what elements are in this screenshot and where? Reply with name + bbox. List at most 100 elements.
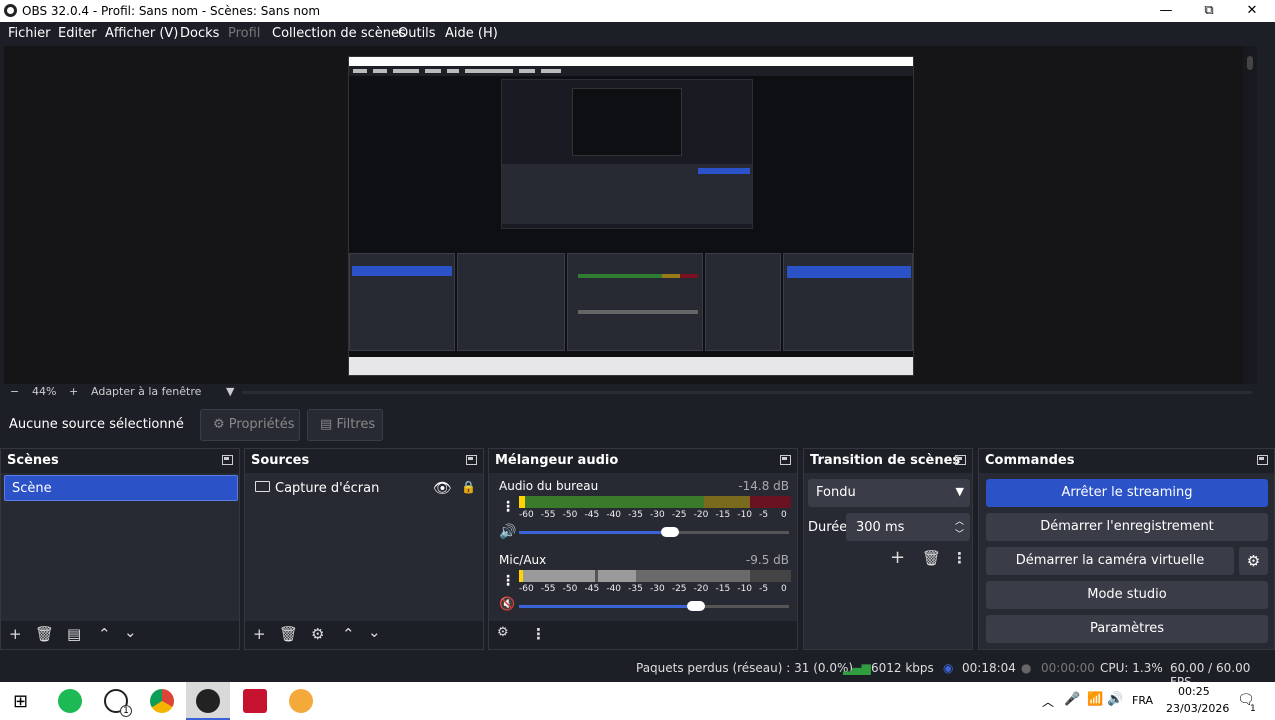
transition-select[interactable]: Fondu ▼: [808, 479, 970, 507]
spin-down-icon[interactable]: ﹀: [955, 527, 964, 540]
virtual-camera-gear-icon[interactable]: ⚙: [1239, 547, 1268, 575]
popout-icon[interactable]: [222, 455, 233, 465]
microphone-icon[interactable]: 🎤: [1064, 692, 1080, 707]
preview-area[interactable]: [4, 46, 1257, 384]
volume-knob[interactable]: [687, 601, 705, 611]
popout-icon[interactable]: [466, 455, 477, 465]
app-icon[interactable]: [289, 689, 313, 713]
preview-scrollbar[interactable]: [1243, 46, 1257, 384]
menu-collection[interactable]: Collection de scènes: [272, 26, 406, 41]
menu-profil[interactable]: Profil: [228, 26, 260, 41]
meter-tick-label: -10: [737, 510, 753, 520]
speaker-icon[interactable]: 🔊: [499, 524, 516, 540]
mixer-settings-icon[interactable]: ⚙: [497, 625, 509, 640]
meter-tick-label: -30: [650, 584, 665, 594]
windows-taskbar: ⊞ 1 ︿ 🎤 📶 🔊 FRA 00:25 23/03/2026 🗨 1: [0, 682, 1275, 720]
gear-icon[interactable]: ⚙: [311, 625, 324, 643]
eye-icon[interactable]: 👁: [433, 479, 452, 497]
record-icon: ●: [1021, 661, 1032, 675]
source-item[interactable]: Capture d'écran 👁 🔒: [255, 479, 481, 501]
menu-aide[interactable]: Aide (H): [445, 26, 498, 41]
kebab-menu-icon[interactable]: ⋮: [501, 499, 515, 515]
obs-taskbar-item[interactable]: [186, 682, 230, 720]
clock-date[interactable]: 23/03/2026: [1166, 702, 1229, 715]
properties-button[interactable]: ⚙ Propriétés: [200, 409, 300, 441]
menu-fichier[interactable]: Fichier: [8, 26, 51, 41]
whatsapp-icon[interactable]: 1: [104, 689, 132, 717]
menu-docks[interactable]: Docks: [180, 26, 219, 41]
move-down-icon[interactable]: ⌄: [368, 623, 381, 641]
mixer-header: Mélangeur audio: [495, 453, 619, 468]
horizontal-scrollbar[interactable]: [242, 391, 1252, 394]
windows-start-icon[interactable]: ⊞: [13, 691, 28, 712]
status-bar: Paquets perdus (réseau) : 31 (0.0%) ▂▄▆ …: [0, 654, 1275, 689]
scene-filters-icon[interactable]: ▤: [67, 625, 81, 643]
menu-editer[interactable]: Editer: [58, 26, 97, 41]
gear-icon: ⚙: [213, 417, 225, 432]
meter-tick-label: 0: [781, 510, 787, 520]
virtual-camera-button[interactable]: Démarrer la caméra virtuelle: [986, 547, 1234, 575]
lock-icon[interactable]: 🔒: [461, 480, 476, 494]
zoom-out-button[interactable]: −: [10, 385, 19, 398]
meter-tick-label: -50: [562, 584, 578, 594]
add-transition-button[interactable]: +: [890, 547, 905, 568]
title-bar: OBS 32.0.4 - Profil: Sans nom - Scènes: …: [0, 0, 1275, 22]
scenes-header: Scènes: [7, 453, 59, 468]
minimize-button[interactable]: —: [1148, 1, 1184, 21]
trash-icon[interactable]: 🗑: [35, 625, 54, 643]
preview-canvas[interactable]: [348, 56, 914, 376]
start-recording-button[interactable]: Démarrer l'enregistrement: [986, 513, 1268, 541]
maximize-button[interactable]: ⧉: [1191, 1, 1227, 21]
move-up-icon[interactable]: ⌃: [98, 625, 111, 643]
meter-tick-label: -20: [693, 510, 709, 520]
kebab-menu-icon[interactable]: ⋮: [531, 625, 546, 643]
chevron-up-icon[interactable]: ︿: [1042, 693, 1054, 710]
trash-icon[interactable]: 🗑: [922, 549, 941, 567]
channel-db: -9.5 dB: [745, 553, 789, 567]
volume-slider[interactable]: [519, 531, 679, 534]
studio-mode-button[interactable]: Mode studio: [986, 581, 1268, 609]
zoom-fit-select[interactable]: Adapter à la fenêtre: [91, 385, 201, 398]
obs-logo-icon: [4, 4, 17, 17]
scene-item[interactable]: Scène: [4, 475, 238, 501]
add-source-button[interactable]: +: [253, 625, 266, 643]
zoom-in-button[interactable]: +: [69, 385, 78, 398]
kebab-menu-icon[interactable]: ⋮: [501, 573, 515, 589]
chrome-icon[interactable]: [150, 689, 174, 713]
channel-db: -14.8 dB: [738, 479, 789, 493]
popout-icon[interactable]: [780, 455, 791, 465]
language-indicator[interactable]: FRA: [1132, 694, 1153, 707]
meter-tick-label: -45: [584, 584, 600, 594]
volume-slider[interactable]: [519, 605, 699, 608]
trash-icon[interactable]: 🗑: [279, 625, 298, 643]
spotify-icon[interactable]: [58, 689, 82, 713]
wifi-icon[interactable]: 📶: [1087, 692, 1103, 707]
move-down-icon[interactable]: ⌄: [124, 623, 137, 641]
move-up-icon[interactable]: ⌃: [342, 625, 355, 643]
acrobat-icon[interactable]: [243, 689, 267, 713]
kebab-menu-icon[interactable]: ⋮: [952, 549, 967, 567]
volume-icon[interactable]: 🔊: [1107, 692, 1123, 707]
zoom-dropdown-icon[interactable]: ▼: [226, 385, 234, 398]
controls-dock: Commandes Arrêter le streaming Démarrer …: [978, 448, 1275, 650]
popout-icon[interactable]: [955, 455, 966, 465]
clock-time[interactable]: 00:25: [1178, 685, 1210, 698]
duration-input[interactable]: 300 ms ︿ ﹀: [846, 513, 970, 541]
close-button[interactable]: ✕: [1234, 1, 1270, 21]
scenes-dock: Scènes Scène + 🗑 ▤ ⌃ ⌄: [0, 448, 240, 650]
spin-up-icon[interactable]: ︿: [955, 514, 964, 527]
menu-afficher[interactable]: Afficher (V): [105, 26, 178, 41]
volume-knob[interactable]: [661, 527, 679, 537]
meter-tick-label: -5: [759, 584, 769, 594]
menu-outils[interactable]: Outils: [398, 26, 436, 41]
stream-time: 00:18:04: [962, 661, 1016, 675]
meter-tick-label: -35: [628, 510, 643, 520]
stop-streaming-button[interactable]: Arrêter le streaming: [986, 479, 1268, 507]
popout-icon[interactable]: [1257, 455, 1268, 465]
filters-button[interactable]: ▤ Filtres: [307, 409, 383, 441]
duration-value: 300 ms: [856, 520, 905, 535]
meter-tick-label: -30: [650, 510, 665, 520]
muted-speaker-icon[interactable]: 🔇: [499, 597, 515, 612]
add-scene-button[interactable]: +: [9, 625, 22, 643]
settings-button[interactable]: Paramètres: [986, 615, 1268, 643]
